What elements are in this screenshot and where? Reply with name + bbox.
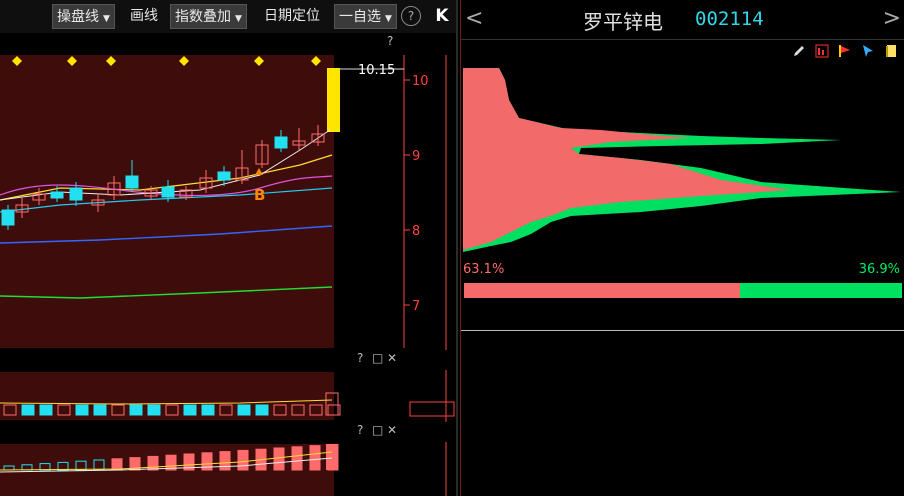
next-stock-button[interactable]: > [883,6,901,31]
separator-line [461,330,904,331]
macd-bar [147,455,159,471]
main-chart-bg [0,55,334,348]
chart-icon[interactable] [815,44,829,58]
volume-bar [93,404,107,416]
volume-bar [201,404,215,416]
sub-chart-2-header: ? □ ✕ [0,422,456,442]
candle-down [125,175,139,189]
main-chart-header: ? [0,33,456,55]
y-tick-label: 8 [412,224,420,239]
cursor-icon[interactable] [861,44,875,58]
price-tag-label: 10.15 [358,63,395,78]
sub2-close-icon[interactable]: ✕ [387,423,397,437]
chip-distribution-panel: < 罗平锌电 002114 > 63.1% 36.9% [460,0,904,496]
candle-down [69,187,83,201]
sub2-help-icon[interactable]: ? [357,423,363,437]
volume-bar [21,404,35,416]
macd-bar [237,449,249,471]
candle-down [161,186,175,198]
prev-stock-button[interactable]: < [465,6,483,31]
y-tick-label: 7 [412,299,420,314]
chip-profile-red [463,68,791,250]
sub1-restore-icon[interactable]: □ [372,351,383,365]
volume-bar [255,404,269,416]
chip-profile-chart [463,68,901,252]
y-tick-label: 10 [412,74,429,89]
volume-bar [237,404,251,416]
loss-ratio-label: 36.9% [858,262,900,277]
sub-chart-1-header: ? □ ✕ [0,350,456,370]
stock-name: 罗平锌电 [583,10,663,34]
sub1-close-icon[interactable]: ✕ [387,351,397,365]
chip-tool-icons [788,44,898,60]
volume-bar [147,404,161,416]
macd-bar [111,458,123,471]
sub2-restore-icon[interactable]: □ [372,423,383,437]
profit-ratio-label: 63.1% [463,262,505,277]
macd-bar [219,451,231,471]
macd-bar [309,445,321,471]
sub1-help-icon[interactable]: ? [357,351,363,365]
profit-ratio-fill [464,283,741,298]
volume-bar [129,404,143,416]
flag-icon[interactable] [838,44,852,58]
main-help-icon[interactable]: ? [387,34,393,48]
macd-bar-current [326,444,338,470]
macd-bar [273,447,285,471]
volume-bar [39,404,53,416]
volume-bar [183,404,197,416]
volume-axis-box [409,401,455,417]
kline-panel: 操盘线 ▼ 画线 指数叠加 ▼ 日期定位 一自选 ▼ ? K 10 9 8 7 10.15 B … [0,0,456,496]
panel-divider[interactable] [456,0,458,496]
book-icon[interactable] [884,44,898,58]
stock-header: < 罗平锌电 002114 > [461,0,904,40]
candle-down [1,209,15,226]
pencil-icon[interactable] [792,44,806,58]
candle-down [274,136,288,149]
candle-down [217,171,231,181]
macd-bar [291,446,303,471]
volume-bar [75,404,89,416]
current-price-bar [327,68,340,132]
buy-marker-label: B [254,186,265,204]
stock-code: 002114 [695,8,764,30]
y-tick-label: 9 [412,149,420,164]
profit-loss-ratio-bar [464,283,902,298]
candle-down [50,191,64,199]
